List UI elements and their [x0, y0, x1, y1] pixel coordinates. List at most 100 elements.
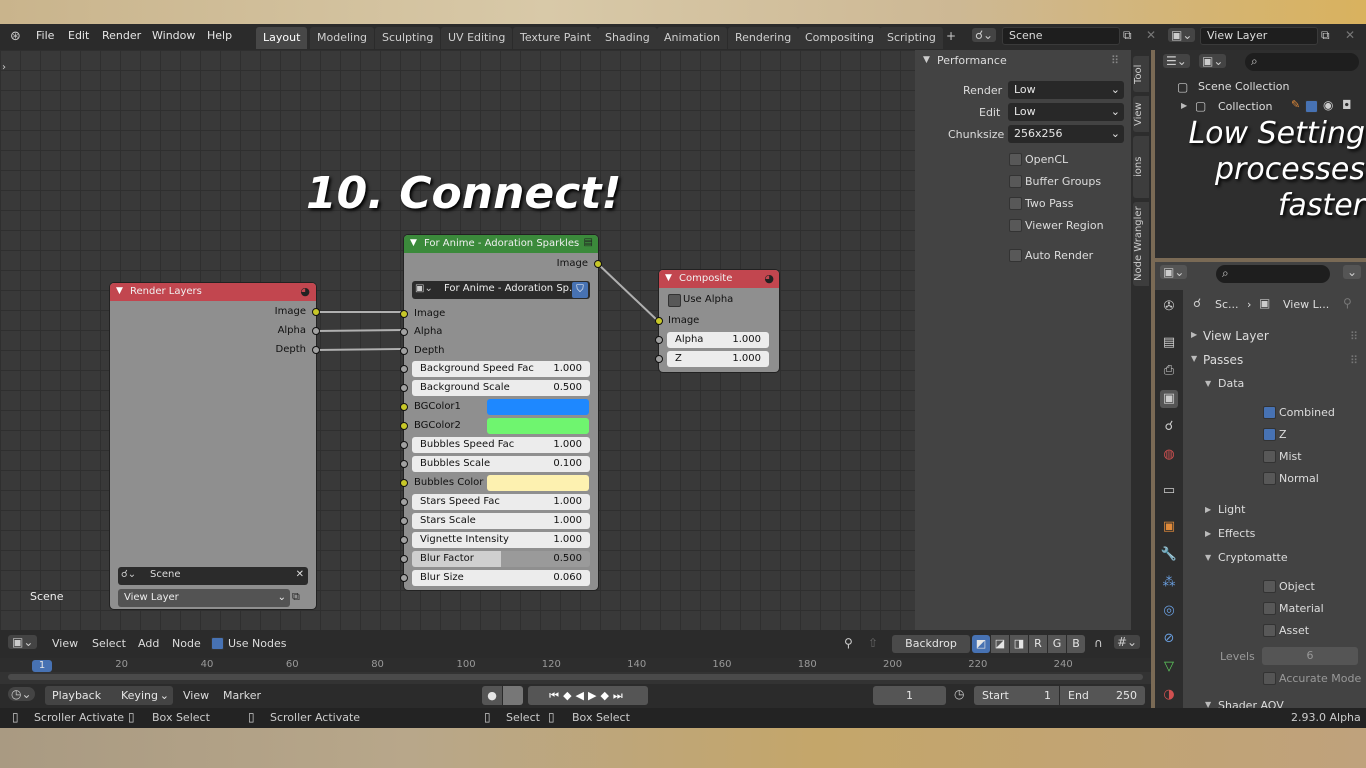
filter-icon[interactable]: ▣⌄ — [1199, 54, 1227, 68]
node-group-icon[interactable]: ▤ — [584, 237, 593, 248]
socket-image-out[interactable] — [312, 308, 320, 316]
backdrop-button[interactable]: Backdrop — [892, 635, 970, 653]
tab-sculpting[interactable]: Sculpting — [375, 27, 441, 49]
edit-quality-select[interactable]: Low ⌄ — [1008, 103, 1124, 121]
socket-composite-z-in[interactable] — [655, 355, 663, 363]
collapsed-arrow-icon[interactable]: ▶ — [1205, 529, 1211, 538]
preview-range-clock-icon[interactable]: ◷ — [954, 687, 964, 701]
timeline-view-menu[interactable]: View — [183, 689, 209, 702]
socket-param-in[interactable] — [400, 460, 408, 468]
properties-search-input[interactable]: ⌕ — [1216, 265, 1330, 283]
pass-checkbox[interactable] — [1263, 406, 1276, 419]
record-icon[interactable]: ● — [482, 686, 502, 705]
use-alpha-checkbox[interactable] — [668, 294, 681, 307]
auto-keying-options-icon[interactable] — [503, 686, 523, 705]
tool-tab-icon[interactable]: ✇ — [1160, 298, 1178, 316]
clear-scene-icon[interactable]: ✕ — [296, 569, 304, 580]
two-pass-checkbox[interactable] — [1009, 197, 1022, 210]
channel-b-button[interactable]: B — [1067, 635, 1085, 653]
particles-tab-icon[interactable]: ⁂ — [1160, 574, 1178, 592]
composite-node[interactable]: Composite ▼ ◕ Use Alpha Image Alpha 1.000… — [655, 270, 779, 372]
socket-composite-alpha-in[interactable] — [655, 336, 663, 344]
socket-group-input-in[interactable] — [400, 347, 408, 355]
socket-param-in[interactable] — [400, 517, 408, 525]
cryptomatte-checkbox[interactable] — [1263, 580, 1276, 593]
render-view-layer-icon[interactable]: ⧉ — [292, 590, 300, 604]
tab-scripting[interactable]: Scripting — [880, 27, 943, 49]
menu-render[interactable]: Render — [102, 24, 141, 50]
socket-param-in[interactable] — [400, 536, 408, 544]
channel-r-button[interactable]: R — [1029, 635, 1047, 653]
menu-help[interactable]: Help — [207, 24, 232, 50]
group-datablock[interactable]: ▣⌄ For Anime - Adoration Sp... ⛉ — [412, 281, 590, 299]
close-view-layer-icon[interactable]: ✕ — [1345, 28, 1355, 42]
drag-handle-icon[interactable]: ⠿ — [1111, 54, 1119, 67]
subsection-cryptomatte[interactable]: Cryptomatte — [1218, 551, 1288, 564]
socket-param-in[interactable] — [400, 479, 408, 487]
end-frame-field[interactable]: End 250 — [1060, 686, 1145, 705]
socket-param-in[interactable] — [400, 422, 408, 430]
subsection-light[interactable]: Light — [1218, 503, 1245, 516]
close-scene-icon[interactable]: ✕ — [1146, 28, 1156, 42]
socket-depth-out[interactable] — [312, 346, 320, 354]
drag-handle-icon[interactable]: ⠿ — [1350, 330, 1358, 343]
timeline-marker-menu[interactable]: Marker — [223, 689, 261, 702]
group-node[interactable]: For Anime - Adoration Sparkles ▼ ▤ Image… — [400, 235, 602, 590]
add-workspace-icon[interactable]: + — [946, 29, 956, 43]
view-layer-field[interactable]: View Layer — [1200, 27, 1318, 45]
expand-arrow-icon[interactable]: ▶ — [1181, 101, 1187, 110]
parent-node-tree-icon[interactable]: ⇧ — [868, 636, 878, 650]
menu-file[interactable]: File — [36, 24, 54, 50]
subsection-effects[interactable]: Effects — [1218, 527, 1255, 540]
menu-view[interactable]: View — [52, 637, 78, 650]
scene-field[interactable]: ☌⌄ Scene ✕ — [118, 567, 308, 585]
material-tab-icon[interactable]: ◑ — [1160, 686, 1178, 704]
collection-enable-checkbox[interactable] — [1305, 100, 1318, 113]
scene-selector-icon[interactable]: ☌⌄ — [972, 28, 997, 42]
auto-render-checkbox[interactable] — [1009, 249, 1022, 262]
param-slider[interactable]: Bubbles Scale 0.100 — [412, 456, 590, 472]
backdrop-color-alpha-icon[interactable]: ◪ — [991, 635, 1009, 653]
tab-shading[interactable]: Shading — [598, 27, 657, 49]
new-view-layer-icon[interactable]: ⧉ — [1321, 28, 1330, 43]
tab-layout[interactable]: Layout — [256, 27, 308, 49]
render-tab-icon[interactable]: ▤ — [1160, 334, 1178, 352]
render-layers-node[interactable]: Render Layers ▼ ◕ Image Alpha Depth ☌⌄ S… — [110, 283, 320, 609]
physics-tab-icon[interactable]: ◎ — [1160, 602, 1178, 620]
subsection-shader-aov[interactable]: Shader AOV — [1218, 699, 1284, 708]
socket-param-in[interactable] — [400, 555, 408, 563]
object-tab-icon[interactable]: ▣ — [1160, 518, 1178, 536]
world-tab-icon[interactable]: ◍ — [1160, 446, 1178, 464]
tab-compositing[interactable]: Compositing — [798, 27, 881, 49]
tab-uv-editing[interactable]: UV Editing — [441, 27, 513, 49]
exclude-icon[interactable]: ✎ — [1291, 98, 1300, 111]
tab-rendering[interactable]: Rendering — [728, 27, 799, 49]
socket-param-in[interactable] — [400, 384, 408, 392]
scene-collection-label[interactable]: Scene Collection — [1198, 80, 1289, 93]
param-slider[interactable]: Blur Factor 0.500 — [412, 551, 590, 567]
scene-tab-icon[interactable]: ☌ — [1160, 418, 1178, 436]
socket-param-in[interactable] — [400, 403, 408, 411]
data-tab-icon[interactable]: ▽ — [1160, 658, 1178, 676]
collection-label[interactable]: Collection — [1218, 100, 1272, 113]
subsection-data[interactable]: Data — [1218, 377, 1244, 390]
expanded-arrow-icon[interactable]: ▼ — [1191, 354, 1197, 363]
menu-edit[interactable]: Edit — [68, 24, 89, 50]
socket-param-in[interactable] — [400, 441, 408, 449]
render-layers-header[interactable]: Render Layers — [110, 283, 316, 301]
panel-collapse-icon[interactable]: ▼ — [923, 55, 930, 65]
group-node-header[interactable]: For Anime - Adoration Sparkles — [404, 235, 598, 253]
pass-checkbox[interactable] — [1263, 450, 1276, 463]
color-swatch[interactable] — [487, 475, 589, 491]
backdrop-color-icon[interactable]: ◩ — [972, 635, 990, 653]
param-slider[interactable]: Blur Size 0.060 — [412, 570, 590, 586]
start-frame-field[interactable]: Start 1 — [974, 686, 1059, 705]
color-swatch[interactable] — [487, 418, 589, 434]
chunksize-select[interactable]: 256x256 ⌄ — [1008, 125, 1124, 143]
pass-checkbox[interactable] — [1263, 428, 1276, 441]
collapsed-arrow-icon[interactable]: ▶ — [1205, 505, 1211, 514]
param-slider[interactable]: Bubbles Speed Fac 1.000 — [412, 437, 590, 453]
levels-field[interactable]: 6 — [1262, 647, 1358, 665]
param-slider[interactable]: Vignette Intensity 1.000 — [412, 532, 590, 548]
socket-alpha-out[interactable] — [312, 327, 320, 335]
